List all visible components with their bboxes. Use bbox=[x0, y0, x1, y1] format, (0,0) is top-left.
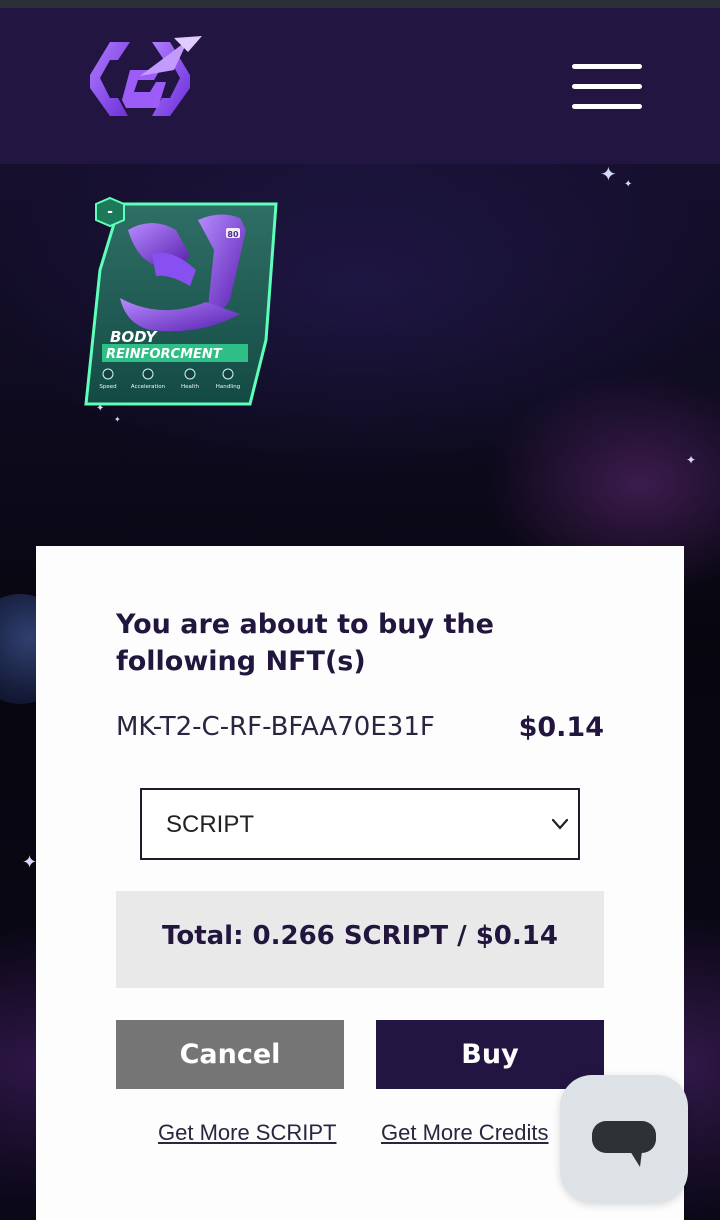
cancel-button[interactable]: Cancel bbox=[116, 1020, 344, 1089]
card-stat-acceleration: Acceleration bbox=[131, 384, 166, 390]
menu-line bbox=[572, 64, 642, 69]
card-stat-speed: Speed bbox=[99, 384, 116, 390]
star-decoration: ✦ bbox=[600, 162, 617, 186]
star-decoration: ✦ bbox=[22, 852, 38, 873]
star-decoration: ✦ bbox=[686, 453, 697, 467]
menu-line bbox=[572, 104, 642, 109]
star-decoration: ✦ bbox=[114, 415, 121, 424]
total-text: Total: 0.266 SCRIPT / $0.14 bbox=[162, 921, 558, 951]
currency-select[interactable]: SCRIPT bbox=[140, 788, 580, 860]
rocket-logo-icon[interactable] bbox=[70, 30, 210, 140]
modal-title: You are about to buy the following NFT(s… bbox=[116, 609, 494, 677]
chat-button[interactable] bbox=[560, 1075, 688, 1203]
hamburger-menu-icon[interactable] bbox=[572, 64, 644, 114]
star-decoration: ✦ bbox=[624, 179, 633, 190]
site-header bbox=[0, 8, 720, 164]
top-status-strip bbox=[0, 0, 720, 8]
card-title-line1: BODY bbox=[110, 328, 158, 346]
currency-select-value: SCRIPT bbox=[166, 811, 255, 838]
buy-button[interactable]: Buy bbox=[376, 1020, 604, 1089]
nft-card-image: - 80 BODY REINFORCMENT Speed Acceleratio… bbox=[84, 196, 278, 406]
chevron-down-icon bbox=[551, 818, 569, 830]
card-stat-health: Health bbox=[181, 384, 200, 390]
card-stat-handling: Handling bbox=[216, 384, 241, 390]
card-title-line2: REINFORCMENT bbox=[106, 347, 223, 362]
get-more-credits-link[interactable]: Get More Credits bbox=[381, 1120, 549, 1146]
card-badge: - bbox=[107, 204, 113, 220]
total-box: Total: 0.266 SCRIPT / $0.14 bbox=[116, 891, 604, 988]
chat-bubble-icon bbox=[592, 1121, 656, 1167]
card-level: 80 bbox=[227, 230, 239, 239]
get-more-script-link[interactable]: Get More SCRIPT bbox=[158, 1120, 336, 1146]
nft-id: MK-T2-C-RF-BFAA70E31F bbox=[116, 712, 435, 742]
nft-price: $0.14 bbox=[518, 712, 604, 743]
menu-line bbox=[572, 84, 642, 89]
